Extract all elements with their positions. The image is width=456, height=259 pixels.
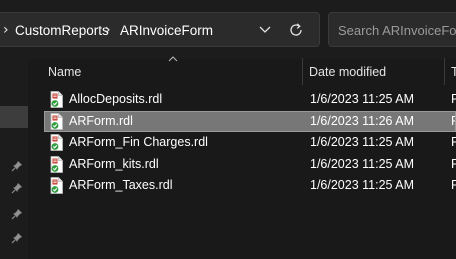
file-row[interactable]: AllocDeposits.rdl 1/6/2023 11:25 AM F	[44, 89, 456, 110]
chevron-down-icon[interactable]	[254, 20, 276, 40]
navigation-pane[interactable]	[0, 59, 28, 259]
file-date-modified: 1/6/2023 11:25 AM	[310, 156, 415, 171]
file-row[interactable]: ARForm_Fin Charges.rdl 1/6/2023 11:25 AM F	[44, 132, 456, 153]
file-type: F	[451, 156, 456, 171]
file-name: ARForm_Fin Charges.rdl	[69, 135, 208, 149]
nav-item-selected[interactable]	[0, 106, 28, 128]
file-type: F	[451, 135, 456, 149]
file-row[interactable]: ARForm_Taxes.rdl 1/6/2023 11:25 AM F	[44, 175, 456, 196]
breadcrumb-overflow-chevron-icon[interactable]: ›	[3, 22, 9, 38]
file-explorer-window: › CustomReports › ARInvoiceForm Search A…	[0, 0, 456, 259]
address-bar[interactable]: › CustomReports › ARInvoiceForm	[0, 12, 320, 47]
pin-icon	[11, 209, 22, 220]
file-name: ARForm_kits.rdl	[69, 156, 159, 171]
file-date-modified: 1/6/2023 11:25 AM	[310, 92, 415, 106]
file-date-modified: 1/6/2023 11:25 AM	[310, 178, 415, 192]
column-header-type[interactable]: T	[451, 60, 456, 84]
rdl-file-icon	[50, 134, 63, 151]
breadcrumb-item-customreports[interactable]: CustomReports	[15, 23, 109, 38]
file-date-modified: 1/6/2023 11:25 AM	[310, 135, 415, 149]
file-type: F	[451, 178, 456, 192]
rdl-file-icon	[50, 91, 63, 108]
file-name: ARForm.rdl	[69, 113, 133, 128]
search-placeholder: Search ARInvoiceForm	[338, 23, 456, 38]
rdl-file-icon	[50, 155, 63, 173]
column-divider[interactable]	[444, 58, 445, 85]
breadcrumb-separator-icon[interactable]: ›	[105, 22, 111, 38]
pin-icon	[11, 233, 22, 244]
rdl-file-icon	[50, 177, 63, 194]
file-type: F	[451, 92, 456, 106]
rdl-file-icon	[50, 112, 63, 130]
file-row[interactable]: ARForm_kits.rdl 1/6/2023 11:25 AM F	[44, 154, 456, 175]
file-date-modified: 1/6/2023 11:26 AM	[310, 113, 415, 128]
file-name: AllocDeposits.rdl	[69, 92, 163, 106]
search-input[interactable]: Search ARInvoiceForm	[328, 12, 456, 47]
file-type: F	[451, 113, 456, 128]
column-divider[interactable]	[302, 58, 303, 85]
file-name: ARForm_Taxes.rdl	[69, 178, 173, 192]
column-header-date-modified[interactable]: Date modified	[309, 60, 386, 84]
sort-ascending-icon	[168, 56, 178, 62]
breadcrumb-item-arinvoiceform[interactable]: ARInvoiceForm	[120, 23, 213, 38]
address-bar-row: › CustomReports › ARInvoiceForm Search A…	[0, 0, 456, 59]
file-row[interactable]: ARForm.rdl 1/6/2023 11:26 AM F	[44, 110, 456, 132]
pin-icon	[11, 161, 22, 172]
refresh-icon[interactable]	[284, 19, 308, 41]
pin-icon	[11, 183, 22, 194]
column-header-name[interactable]: Name	[48, 60, 81, 84]
